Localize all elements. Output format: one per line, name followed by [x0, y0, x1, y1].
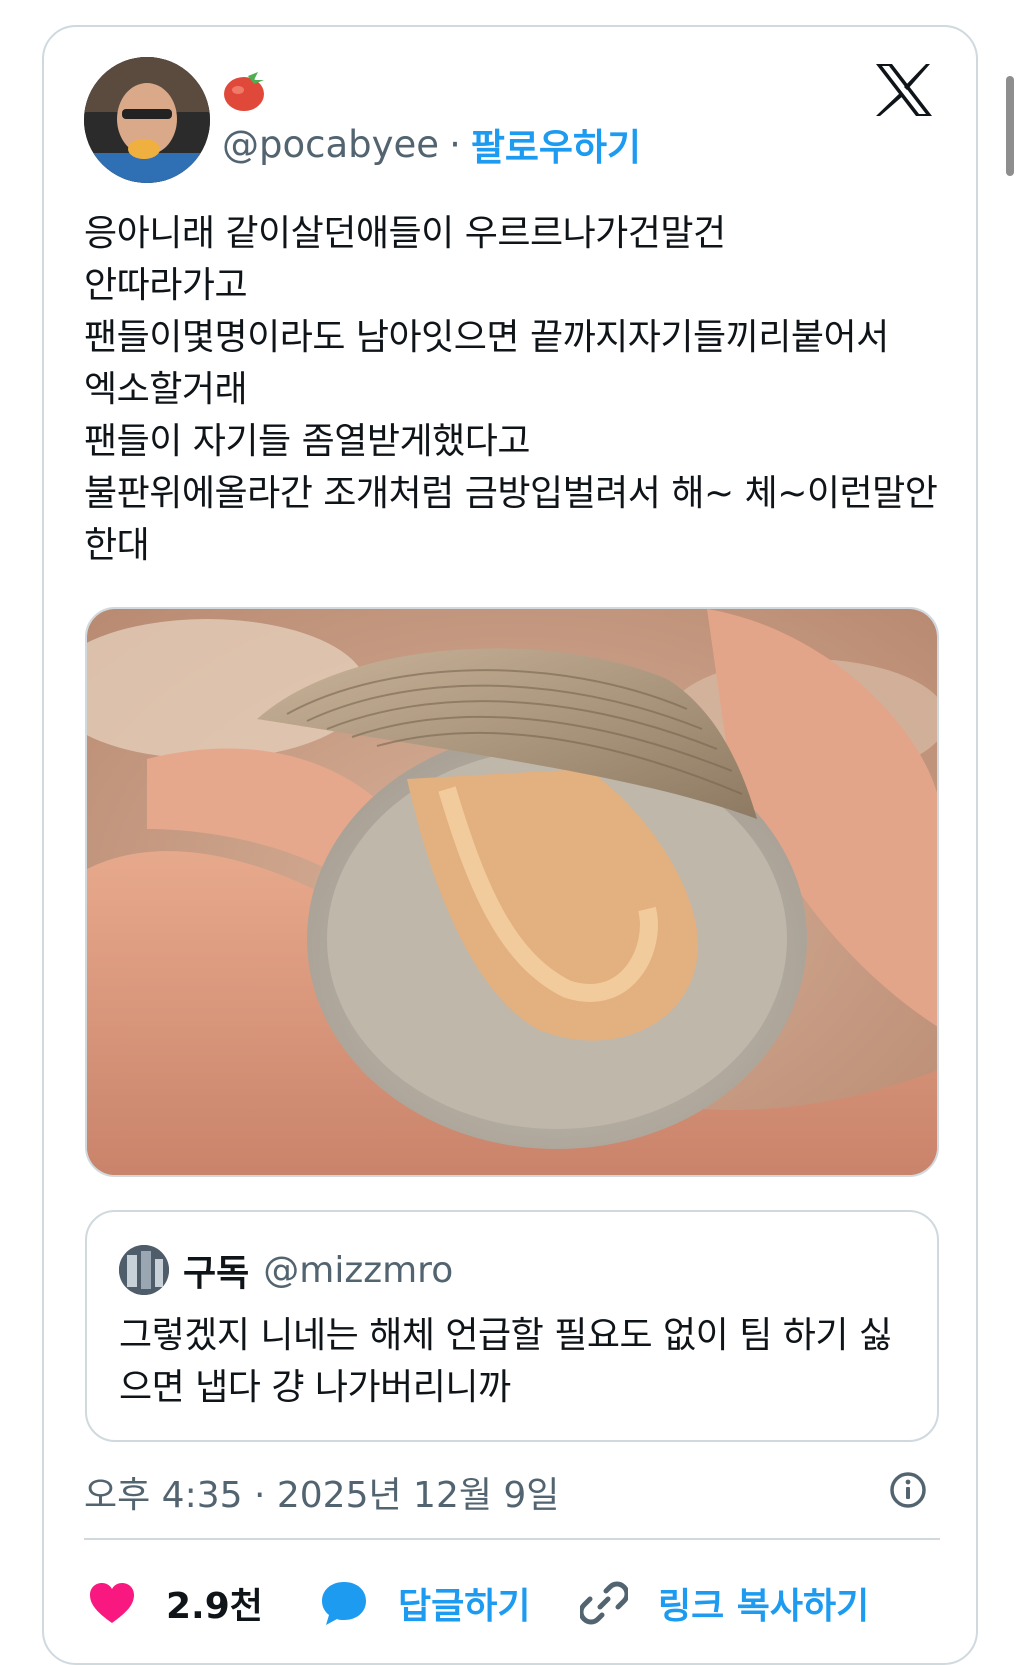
tweet-text: 응아니래 같이살던애들이 우르르나가건말건 안따라가고 팬들이몇명이라도 남아잇…: [84, 208, 944, 572]
tweet-timestamp[interactable]: 오후 4:35 · 2025년 12월 9일: [84, 1467, 559, 1517]
quoted-author-avatar[interactable]: [119, 1245, 169, 1295]
tweet-photo[interactable]: [85, 607, 939, 1177]
link-icon: [580, 1581, 628, 1625]
quoted-author-handle[interactable]: @mizzmro: [263, 1250, 453, 1291]
quoted-author-row: 구독 @mizzmro: [183, 1242, 453, 1298]
author-avatar[interactable]: [84, 57, 210, 183]
tweet-line: 응아니래 같이살던애들이 우르르나가건말건: [84, 213, 726, 254]
like-count: 2.9천: [166, 1586, 263, 1627]
tweet-line: 불판위에올라간 조개처럼 금방입벌려서 해~ 체~이런말안: [84, 473, 938, 514]
reply-label: 답글하기: [398, 1586, 531, 1627]
tomato-emoji-icon: [220, 68, 270, 114]
follow-button[interactable]: 팔로우하기: [471, 117, 641, 171]
quoted-tweet-text: 그렇겠지 니네는 해체 언급할 필요도 없이 팀 하기 싫 으면 냅다 걍 나가…: [119, 1310, 909, 1414]
heart-icon: [90, 1583, 134, 1623]
quoted-author-name[interactable]: 구독: [183, 1244, 249, 1296]
copy-link-label: 링크 복사하기: [658, 1586, 870, 1627]
quoted-tweet-line: 으면 냅다 걍 나가버리니까: [119, 1367, 511, 1408]
divider: [84, 1538, 940, 1540]
author-handle[interactable]: @pocabyee: [222, 123, 439, 166]
tweet-line: 안따라가고: [84, 265, 248, 306]
quoted-tweet[interactable]: 구독 @mizzmro 그렇겠지 니네는 해체 언급할 필요도 없이 팀 하기 …: [85, 1210, 939, 1442]
x-logo-icon[interactable]: [874, 62, 934, 118]
tweet-line: 팬들이 자기들 좀열받게했다고: [84, 421, 530, 462]
tweet-line: 팬들이몇명이라도 남아잇으면 끝까지자기들끼리붙어서: [84, 317, 889, 358]
tweet-line: 엑소할거래: [84, 369, 248, 410]
tweet-line: 한대: [84, 525, 150, 566]
info-icon[interactable]: [888, 1470, 928, 1510]
reply-button[interactable]: 답글하기: [320, 1575, 530, 1631]
like-button[interactable]: 2.9천: [88, 1575, 263, 1631]
copy-link-button[interactable]: 링크 복사하기: [580, 1575, 869, 1631]
speech-bubble-icon: [322, 1582, 366, 1625]
scrollbar[interactable]: [1006, 76, 1014, 176]
author-handle-row: @pocabyee · 팔로우하기: [222, 117, 641, 171]
quoted-tweet-line: 그렇겠지 니네는 해체 언급할 필요도 없이 팀 하기 싫: [119, 1315, 892, 1356]
separator-dot: ·: [449, 122, 461, 166]
